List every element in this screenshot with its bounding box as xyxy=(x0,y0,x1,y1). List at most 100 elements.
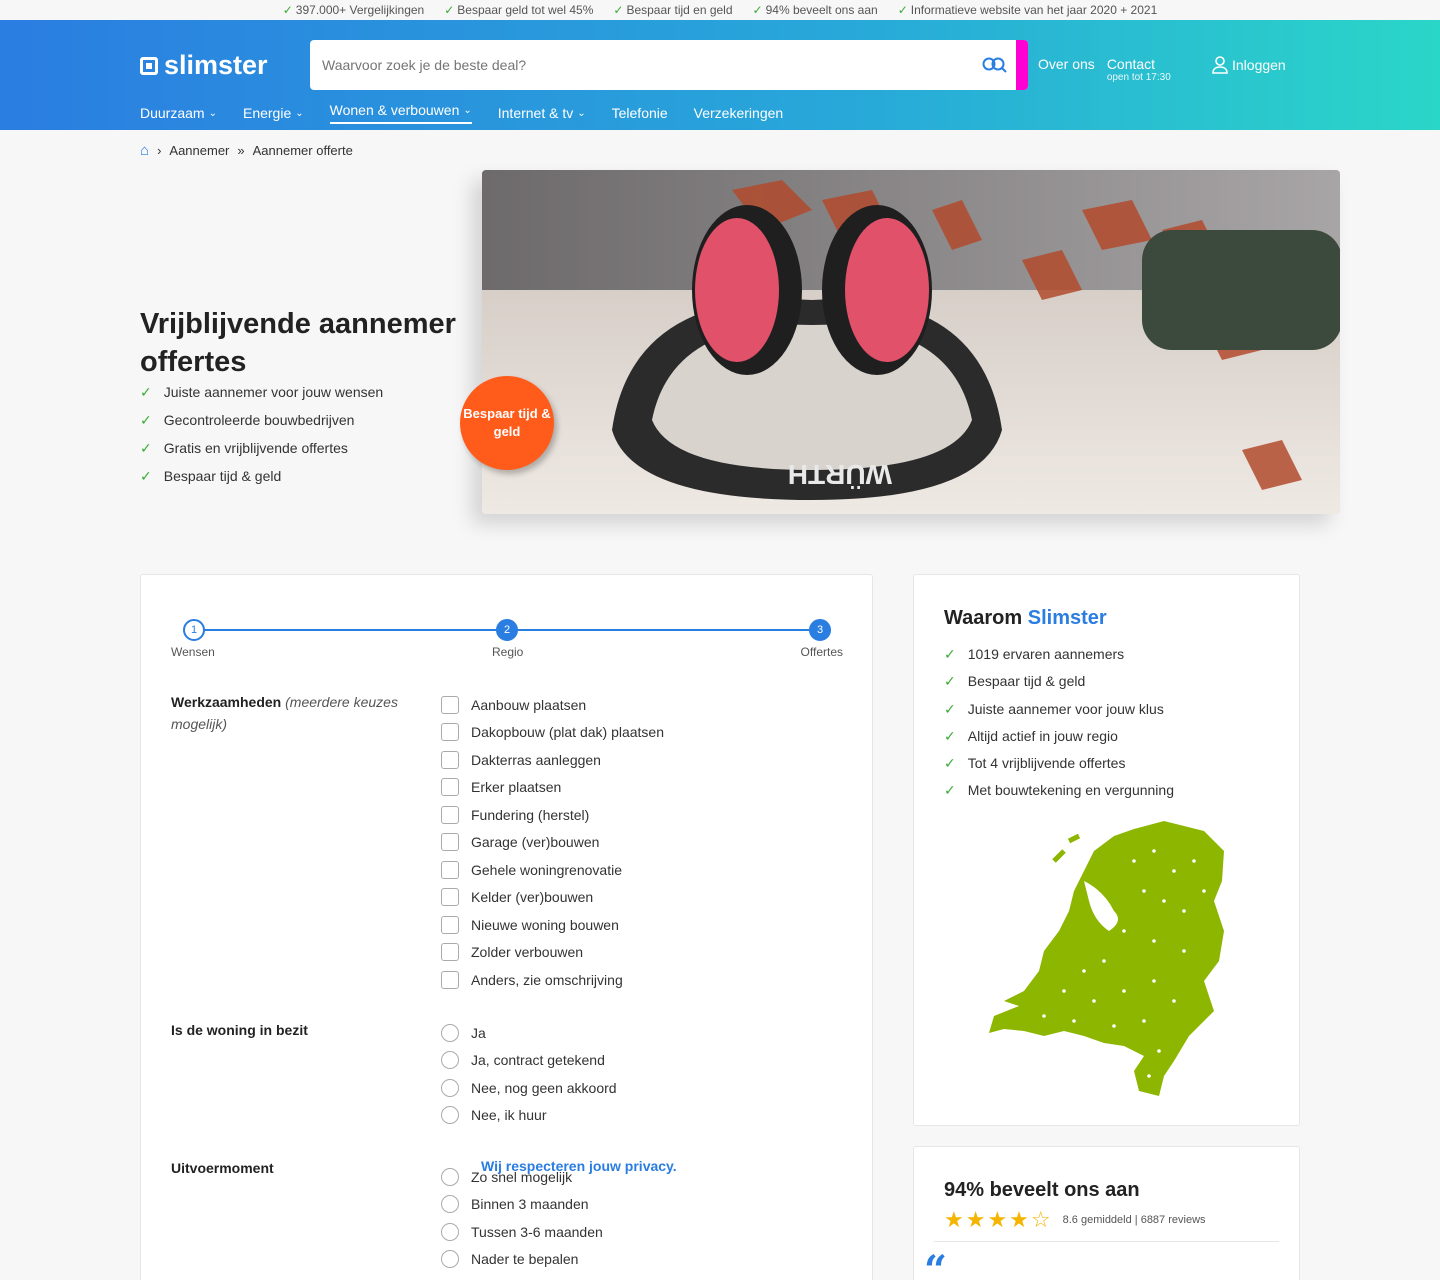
about-link[interactable]: Over ons xyxy=(1038,56,1095,83)
radio[interactable] xyxy=(441,1195,459,1214)
option-checkbox[interactable]: Garage (ver)bouwen xyxy=(441,829,664,857)
option-checkbox[interactable]: Dakopbouw (plat dak) plaatsen xyxy=(441,719,664,747)
radio[interactable] xyxy=(441,1078,459,1097)
search-accent xyxy=(1016,40,1028,90)
why-item: Met bouwtekening en vergunning xyxy=(944,777,1174,804)
breadcrumb-current: Aannemer offerte xyxy=(252,143,353,158)
option-radio[interactable]: Nee, nog geen akkoord xyxy=(441,1074,617,1102)
user-icon xyxy=(1212,56,1228,74)
option-checkbox[interactable]: Aanbouw plaatsen xyxy=(441,691,664,719)
checkbox[interactable] xyxy=(441,943,459,962)
option-radio[interactable]: Binnen 3 maanden xyxy=(441,1191,603,1219)
radio[interactable] xyxy=(441,1250,459,1269)
nav-item-verzekeringen[interactable]: Verzekeringen xyxy=(694,102,784,124)
why-title: Waarom Slimster xyxy=(944,607,1107,629)
radio[interactable] xyxy=(441,1023,459,1042)
check-icon: ✓ xyxy=(282,3,293,17)
page-title: Vrijblijvende aannemer offertes xyxy=(140,308,456,378)
chevron-down-icon: ⌄ xyxy=(577,107,586,119)
usp-item: ✓ Bespaar geld tot wel 45% xyxy=(444,3,594,17)
step-label: Offertes xyxy=(800,645,843,659)
checkbox[interactable] xyxy=(441,915,459,934)
chevron-down-icon: ⌄ xyxy=(295,107,304,119)
option-checkbox[interactable]: Fundering (herstel) xyxy=(441,801,664,829)
option-checkbox[interactable]: Anders, zie omschrijving xyxy=(441,966,664,994)
usp-bar: ✓ 397.000+ Vergelijkingen ✓ Bespaar geld t… xyxy=(0,0,1440,20)
step-label: Regio xyxy=(492,645,524,659)
breadcrumb: ⌂ › Aannemer » Aannemer offerte xyxy=(140,142,353,159)
options-list: Zo snel mogelijk Binnen 3 maanden Tussen… xyxy=(441,1163,603,1273)
option-checkbox[interactable]: Erker plaatsen xyxy=(441,774,664,802)
logo[interactable]: slimster xyxy=(140,50,268,81)
nav-item-internet[interactable]: Internet & tv ⌄ xyxy=(498,102,586,124)
check-icon: ✓ xyxy=(613,3,624,17)
logo-icon xyxy=(140,56,158,75)
quote-icon: “ xyxy=(924,1247,948,1280)
checkbox[interactable] xyxy=(441,805,459,824)
question-label: Is de woning in bezit xyxy=(171,1022,308,1038)
savings-badge: Bespaar tijd & geld xyxy=(460,376,554,470)
checkbox[interactable] xyxy=(441,778,459,797)
login-link[interactable]: Inloggen xyxy=(1212,56,1286,74)
check-icon: ✓ xyxy=(897,3,908,17)
hero-usp-item: Gratis en vrijblijvende offertes xyxy=(140,434,383,462)
step-label: Wensen xyxy=(171,645,215,659)
checkbox[interactable] xyxy=(441,833,459,852)
quote-form: 1 2 3 Wensen Regio Offertes Werkzaamhede… xyxy=(140,574,873,1280)
option-checkbox[interactable]: Nieuwe woning bouwen xyxy=(441,911,664,939)
chevron-down-icon: ⌄ xyxy=(463,104,472,116)
radio[interactable] xyxy=(441,1222,459,1241)
chevron-right-icon: › xyxy=(157,143,162,158)
option-checkbox[interactable]: Kelder (ver)bouwen xyxy=(441,884,664,912)
option-radio[interactable]: Tussen 3-6 maanden xyxy=(441,1218,603,1246)
option-radio[interactable]: Ja xyxy=(441,1019,617,1047)
why-item: Altijd actief in jouw regio xyxy=(944,723,1174,750)
rating: ★★★★☆ 8.6 gemiddeld | 6887 reviews xyxy=(944,1207,1206,1233)
check-icon: ✓ xyxy=(444,3,455,17)
checkbox[interactable] xyxy=(441,750,459,769)
option-radio[interactable]: Nee, ik huur xyxy=(441,1102,617,1130)
option-checkbox[interactable]: Zolder verbouwen xyxy=(441,939,664,967)
nav-item-duurzaam[interactable]: Duurzaam ⌄ xyxy=(140,102,217,124)
why-item: Bespaar tijd & geld xyxy=(944,668,1174,695)
usp-item: ✓ 397.000+ Vergelijkingen xyxy=(282,3,425,17)
rating-summary[interactable]: 8.6 gemiddeld | 6887 reviews xyxy=(1063,1214,1206,1226)
privacy-notice: Wij respecteren jouw privacy. xyxy=(481,1158,677,1174)
step-2: 2 xyxy=(496,619,518,641)
question-label: Werkzaamheden (meerdere keuzes mogelijk) xyxy=(171,694,398,732)
home-icon[interactable]: ⌂ xyxy=(140,142,149,159)
checkbox[interactable] xyxy=(441,723,459,742)
option-checkbox[interactable]: Gehele woningrenovatie xyxy=(441,856,664,884)
option-checkbox[interactable]: Dakterras aanleggen xyxy=(441,746,664,774)
radio[interactable] xyxy=(441,1051,459,1070)
option-radio[interactable]: Nader te bepalen xyxy=(441,1246,603,1274)
option-radio[interactable]: Ja, contract getekend xyxy=(441,1047,617,1075)
contact-link[interactable]: Contact open tot 17:30 xyxy=(1107,56,1171,83)
checkbox[interactable] xyxy=(441,970,459,989)
why-list: 1019 ervaren aannemers Bespaar tijd & ge… xyxy=(944,641,1174,805)
radio[interactable] xyxy=(441,1167,459,1186)
usp-item: ✓ 94% beveelt ons aan xyxy=(752,3,878,17)
checkbox[interactable] xyxy=(441,860,459,879)
main-nav: Duurzaam ⌄ Energie ⌄ Wonen & verbouwen ⌄ In… xyxy=(140,102,783,124)
nav-item-energie[interactable]: Energie ⌄ xyxy=(243,102,304,124)
question-label: Uitvoermoment xyxy=(171,1160,274,1176)
options-list: Aanbouw plaatsen Dakopbouw (plat dak) pl… xyxy=(441,691,664,994)
step-3: 3 xyxy=(809,619,831,641)
header-links: Over ons Contact open tot 17:30 xyxy=(1038,56,1171,83)
reviews-card: 94% beveelt ons aan ★★★★☆ 8.6 gemiddeld … xyxy=(913,1146,1300,1280)
radio[interactable] xyxy=(441,1106,459,1125)
why-item: Tot 4 vrijblijvende offertes xyxy=(944,750,1174,777)
nav-item-telefonie[interactable]: Telefonie xyxy=(612,102,668,124)
checkbox[interactable] xyxy=(441,888,459,907)
usp-item: ✓ Bespaar tijd en geld xyxy=(613,3,733,17)
chevron-down-icon: ⌄ xyxy=(208,107,217,119)
hero-usp-list: Juiste aannemer voor jouw wensen Gecontr… xyxy=(140,378,383,490)
nav-item-wonen[interactable]: Wonen & verbouwen ⌄ xyxy=(329,102,472,124)
search-button[interactable] xyxy=(974,40,1016,90)
checkbox[interactable] xyxy=(441,695,459,714)
netherlands-map xyxy=(989,821,1224,1096)
step-1: 1 xyxy=(183,619,205,641)
search-input[interactable] xyxy=(310,41,974,89)
breadcrumb-aannemer[interactable]: Aannemer xyxy=(169,143,229,158)
